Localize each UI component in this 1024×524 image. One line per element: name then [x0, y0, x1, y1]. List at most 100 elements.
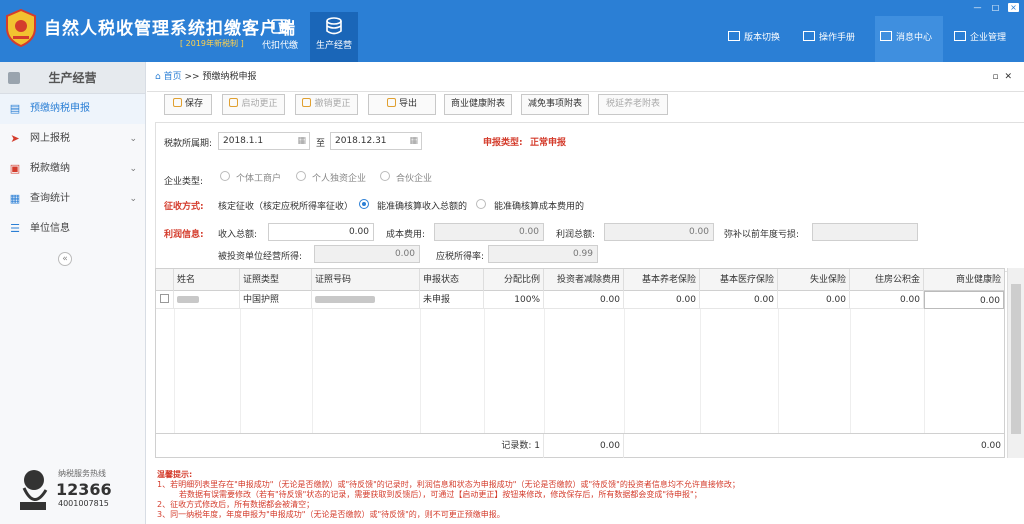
- start-correction-button[interactable]: 启动更正: [222, 94, 285, 115]
- cell-ratio: 100%: [484, 291, 544, 309]
- tips-box: 温馨提示: 1、若明细列表里存在"申报成功"（无论是否缴款）或"待反馈"的记录时…: [157, 470, 1017, 520]
- tax-rate-input[interactable]: 0.99: [488, 245, 598, 263]
- radio-income-accurate[interactable]: [359, 199, 369, 209]
- tax-exemption-button[interactable]: 减免事项附表: [521, 94, 589, 115]
- col-name: 姓名: [174, 269, 240, 291]
- income-input[interactable]: 0.00: [268, 223, 374, 241]
- pay-icon: ▣: [9, 162, 21, 175]
- close-icon[interactable]: ×: [1008, 3, 1019, 12]
- period-end-input[interactable]: 2018.12.31 ▦: [330, 132, 422, 150]
- cell-status: 未申报: [420, 291, 484, 309]
- minimize-icon[interactable]: —: [972, 3, 983, 12]
- manual-button[interactable]: 操作手册: [803, 30, 855, 43]
- declare-form: 税款所属期: 2018.1.1 ▦ 至 2018.12.31 ▦ 申报类型: 正常申…: [155, 122, 1024, 272]
- enterprise-manage-button[interactable]: 企业管理: [954, 30, 1006, 43]
- cell-id-type: 中国护照: [240, 291, 312, 309]
- tax-emblem-icon: [6, 8, 36, 48]
- mail-icon: [880, 31, 892, 41]
- sidebar-item-online-filing[interactable]: ➤ 网上报税 ⌄: [0, 124, 145, 154]
- nav-production-label: 生产经营: [315, 41, 352, 51]
- collection-label: 征收方式:: [164, 202, 204, 212]
- breadcrumb-current: 预缴纳税申报: [202, 72, 257, 82]
- save-button[interactable]: 保存: [164, 94, 212, 115]
- period-start-input[interactable]: 2018.1.1 ▦: [218, 132, 310, 150]
- tip-line-1: 1、若明细列表里存在"申报成功"（无论是否缴款）或"待反馈"的记录时，利润信息和…: [157, 480, 740, 489]
- declare-type-label: 申报类型:: [483, 138, 523, 148]
- period-label: 税款所属期:: [164, 139, 213, 149]
- sidebar-item-query-stats[interactable]: ▦ 查询统计 ⌄: [0, 184, 145, 214]
- headset-icon: [20, 470, 48, 510]
- cell-medical: 0.00: [700, 291, 778, 309]
- row-checkbox[interactable]: [160, 294, 169, 303]
- wallet-icon: [271, 19, 289, 34]
- tip-line-3: 3、同一纳税年度，年度申报为"申报成功"（无论是否缴款）或"待反馈"的，则不可更…: [157, 510, 505, 519]
- tab-tools[interactable]: ▫✕: [992, 62, 1018, 92]
- radio-partnership[interactable]: [380, 171, 390, 181]
- commercial-health-button[interactable]: 商业健康附表: [444, 94, 512, 115]
- calendar-icon: ▦: [297, 136, 306, 146]
- clipboard-icon: ▤: [9, 102, 21, 115]
- profit-label: 利润信息:: [164, 230, 204, 240]
- version-switch-button[interactable]: 版本切换: [728, 30, 780, 43]
- nav-production[interactable]: 生产经营: [310, 12, 358, 62]
- tax-deferred-pension-button[interactable]: 税延养老附表: [598, 94, 668, 115]
- coins-icon: [326, 17, 342, 35]
- col-health: 商业健康险: [955, 275, 1001, 285]
- col-status: 申报状态: [420, 269, 484, 291]
- cost-input[interactable]: 0.00: [434, 223, 544, 241]
- radio-individual-business[interactable]: [220, 171, 230, 181]
- profit-total-input[interactable]: 0.00: [604, 223, 714, 241]
- export-button[interactable]: 导出: [368, 94, 436, 115]
- undo-icon: [302, 98, 312, 107]
- cancel-correction-button[interactable]: 撤销更正: [295, 94, 358, 115]
- calendar-icon: ▦: [409, 136, 418, 146]
- declare-type-value: 正常申报: [530, 138, 567, 148]
- cell-unemployment: 0.00: [778, 291, 850, 309]
- cell-health-input[interactable]: 0.00: [924, 291, 1004, 309]
- col-housing: 住房公积金: [850, 269, 924, 291]
- radio-sole-proprietorship[interactable]: [296, 171, 306, 181]
- table-row[interactable]: 中国护照 未申报 100% 0.00 0.00 0.00 0.00 0.00 0…: [156, 291, 1004, 309]
- hotline-number: 12366: [56, 480, 112, 499]
- sum-deduction: 0.00: [544, 434, 624, 458]
- sidebar-collapse-button[interactable]: «: [58, 252, 72, 266]
- nav-withholding[interactable]: 代扣代缴: [256, 12, 304, 62]
- prior-loss-input[interactable]: [812, 223, 918, 241]
- scroll-thumb[interactable]: [1011, 284, 1021, 434]
- col-deduction: 投资者减除费用: [544, 269, 624, 291]
- sum-health: 0.00: [980, 441, 1001, 451]
- building-icon: [954, 31, 966, 41]
- app-subtitle: [ 2019年新税制 ]: [180, 39, 244, 48]
- radio-cost-accurate[interactable]: [476, 199, 486, 209]
- save-icon: [172, 98, 182, 107]
- manual-icon: [803, 31, 815, 41]
- cell-name: [174, 291, 240, 309]
- table-scrollbar[interactable]: [1007, 268, 1024, 458]
- maximize-icon[interactable]: □: [990, 3, 1001, 12]
- cell-housing: 0.00: [850, 291, 924, 309]
- cell-deduction: 0.00: [544, 291, 624, 309]
- tip-line-1b: 若数据有误需要修改（若有"待反馈"状态的记录，需要获取到反馈后），可通过【启动更…: [179, 490, 702, 499]
- col-medical: 基本医疗保险: [700, 269, 778, 291]
- investor-table: 姓名 证照类型 证照号码 申报状态 分配比例 投资者减除费用 基本养老保险 基本…: [155, 268, 1005, 458]
- sidebar-header: 生产经营: [0, 62, 145, 94]
- main-content: ⌂ 首页 >> 预缴纳税申报 ▫✕ 保存 启动更正 撤销更正 导出 商业健康附表…: [147, 62, 1024, 524]
- sidebar-item-prepay-declare[interactable]: ▤ 预缴纳税申报: [0, 94, 145, 124]
- hotline-phone: 4001007815: [58, 499, 109, 508]
- collection-value: 核定征收（核定应税所得率征收）: [218, 202, 354, 212]
- message-center-button[interactable]: 消息中心: [880, 30, 932, 43]
- sidebar-item-unit-info[interactable]: ☰ 单位信息: [0, 214, 145, 244]
- chevron-down-icon: ⌄: [129, 134, 137, 144]
- col-ratio: 分配比例: [484, 269, 544, 291]
- toolbar: 保存 启动更正 撤销更正 导出 商业健康附表 减免事项附表 税延养老附表: [147, 92, 1024, 118]
- breadcrumb-home[interactable]: 首页: [164, 72, 182, 82]
- col-id-number: 证照号码: [312, 269, 420, 291]
- tip-line-2: 2、征收方式修改后，所有数据都会被清空；: [157, 500, 315, 509]
- send-icon: ➤: [10, 132, 20, 145]
- chevron-down-icon: ⌄: [129, 164, 137, 174]
- investee-income-input[interactable]: 0.00: [314, 245, 420, 263]
- col-unemployment: 失业保险: [778, 269, 850, 291]
- app-header: 自然人税收管理系统扣缴客户端 [ 2019年新税制 ] 代扣代缴 生产经营 版本…: [0, 0, 1024, 62]
- sidebar-item-tax-payment[interactable]: ▣ 税款缴纳 ⌄: [0, 154, 145, 184]
- breadcrumb: ⌂ 首页 >> 预缴纳税申报 ▫✕: [147, 62, 1024, 92]
